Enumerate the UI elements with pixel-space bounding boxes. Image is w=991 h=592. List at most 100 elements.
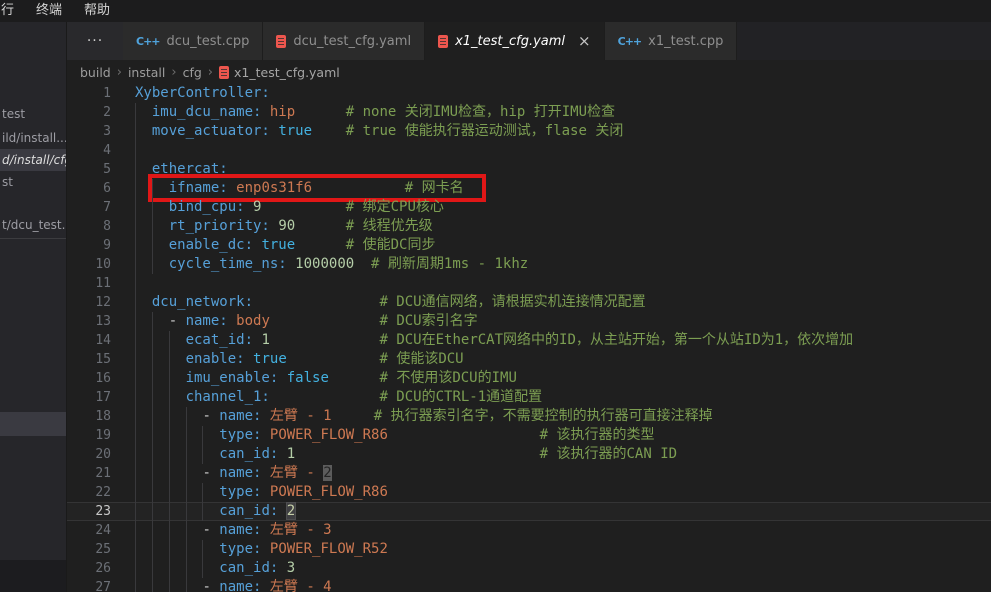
menu-item-行[interactable]: 行 [0,0,23,22]
code-token: # 该执行器的类型 [540,427,655,443]
indent-guide [135,350,136,369]
code-token [135,370,186,386]
code-line[interactable]: 20 can_id: 1 # 该执行器的CAN ID [67,445,991,464]
code-line-content[interactable]: ecat_id: 1 # DCU在EtherCAT网络中的ID，从主站开始，第一… [135,331,991,350]
code-line[interactable]: 6 ifname: enp0s31f6 # 网卡名 [67,179,991,198]
code-line-content[interactable]: type: POWER_FLOW_R52 [135,540,991,559]
breadcrumb-segment[interactable]: install [128,65,165,80]
code-line-content[interactable]: rt_priority: 90 # 线程优先级 [135,217,991,236]
code-line[interactable]: 25 type: POWER_FLOW_R52 [67,540,991,559]
breadcrumb-segment[interactable]: build [80,65,111,80]
code-line-content[interactable]: enable: true # 使能该DCU [135,350,991,369]
code-line-content[interactable]: - name: 左臂 - 4 [135,578,991,592]
sidebar-item[interactable]: ild/install... [0,127,67,149]
indent-guide [135,369,136,388]
code-line-content[interactable]: channel_1: # DCU的CTRL-1通道配置 [135,388,991,407]
code-line-content[interactable]: imu_enable: false # 不使用该DCU的IMU [135,369,991,388]
indent-guide [186,407,187,426]
breadcrumb[interactable]: build›install›cfg›x1_test_cfg.yaml [67,60,991,84]
code-line-content[interactable]: can_id: 2 [135,502,991,521]
indent-guide [169,426,170,445]
tab-x1_test_cfg.yaml[interactable]: x1_test_cfg.yaml× [425,22,605,60]
code-line[interactable]: 26 can_id: 3 [67,559,991,578]
code-token [135,389,186,405]
code-line[interactable]: 14 ecat_id: 1 # DCU在EtherCAT网络中的ID，从主站开始… [67,331,991,350]
code-line-content[interactable]: enable_dc: true # 使能DC同步 [135,236,991,255]
code-line-content[interactable]: dcu_network: # DCU通信网络，请根据实机连接情况配置 [135,293,991,312]
code-line[interactable]: 17 channel_1: # DCU的CTRL-1通道配置 [67,388,991,407]
code-line[interactable]: 16 imu_enable: false # 不使用该DCU的IMU [67,369,991,388]
tab-overflow-ellipsis-icon[interactable]: ··· [67,22,123,60]
code-line-content[interactable]: bind_cpu: 9 # 绑定CPU核心 [135,198,991,217]
sidebar-item[interactable]: st [0,171,67,193]
code-line[interactable]: 18 - name: 左臂 - 1 # 执行器索引名字，不需要控制的执行器可直接… [67,407,991,426]
code-token [278,560,286,576]
code-line-content[interactable]: can_id: 1 # 该执行器的CAN ID [135,445,991,464]
breadcrumb-file[interactable]: x1_test_cfg.yaml [219,65,340,80]
code-line-content[interactable] [135,274,991,293]
code-line-content[interactable] [135,141,991,160]
indent-guide [135,559,136,578]
menu-item-帮助[interactable]: 帮助 [75,0,119,22]
code-token: cycle_time_ns: [169,256,287,272]
tab-x1_test.cpp[interactable]: C++x1_test.cpp [605,22,738,60]
code-line[interactable]: 21 - name: 左臂 - 2 [67,464,991,483]
code-token: can_id: [219,446,278,462]
code-line[interactable]: 27 - name: 左臂 - 4 [67,578,991,592]
code-line[interactable]: 22 type: POWER_FLOW_R86 [67,483,991,502]
code-line[interactable]: 13 - name: body # DCU索引名字 [67,312,991,331]
code-line-content[interactable]: imu_dcu_name: hip # none 关闭IMU检查，hip 打开I… [135,103,991,122]
code-line-content[interactable]: type: POWER_FLOW_R86 [135,483,991,502]
code-line-content[interactable]: - name: body # DCU索引名字 [135,312,991,331]
code-token: - [202,465,219,481]
code-line-content[interactable]: move_actuator: true # true 使能执行器运动测试，fla… [135,122,991,141]
code-line-content[interactable]: ethercat: [135,160,991,179]
code-line[interactable]: 3 move_actuator: true # true 使能执行器运动测试，f… [67,122,991,141]
code-line[interactable]: 11 [67,274,991,293]
sidebar-panel[interactable]: testild/install...d/install/cfgst t/dcu_t… [0,22,67,592]
indent-guide [186,483,187,502]
code-line-content[interactable]: can_id: 3 [135,559,991,578]
code-line[interactable]: 15 enable: true # 使能该DCU [67,350,991,369]
code-line-content[interactable]: - name: 左臂 - 2 [135,464,991,483]
code-line-content[interactable]: XyberController: [135,84,991,103]
code-line[interactable]: 2 imu_dcu_name: hip # none 关闭IMU检查，hip 打… [67,103,991,122]
code-line[interactable]: 5 ethercat: [67,160,991,179]
code-line[interactable]: 10 cycle_time_ns: 1000000 # 刷新周期1ms - 1k… [67,255,991,274]
code-line-content[interactable]: ifname: enp0s31f6 # 网卡名 [135,179,991,198]
indent-guide [152,502,153,521]
breadcrumb-segment[interactable]: cfg [183,65,202,80]
tab-dcu_test_cfg.yaml[interactable]: dcu_test_cfg.yaml [263,22,425,60]
sidebar-item[interactable]: d/install/cfg [0,149,67,171]
menu-item-终端[interactable]: 终端 [27,0,71,22]
code-token [228,313,236,329]
sidebar-item[interactable]: t/dcu_test... [0,214,67,236]
code-line[interactable]: 8 rt_priority: 90 # 线程优先级 [67,217,991,236]
code-token: 2 [323,465,331,481]
code-token [245,199,253,215]
code-editor[interactable]: 1XyberController:2 imu_dcu_name: hip # n… [67,84,991,592]
code-line-content[interactable]: - name: 左臂 - 1 # 执行器索引名字，不需要控制的执行器可直接注释掉 [135,407,991,426]
code-line[interactable]: 1XyberController: [67,84,991,103]
code-line[interactable]: 4 [67,141,991,160]
code-line[interactable]: 7 bind_cpu: 9 # 绑定CPU核心 [67,198,991,217]
code-line[interactable]: 23 can_id: 2 [67,502,991,521]
line-number: 9 [67,236,111,255]
indent-guide [152,331,153,350]
sidebar-selected-row[interactable] [0,412,67,436]
code-line[interactable]: 24 - name: 左臂 - 3 [67,521,991,540]
code-token: - [202,579,219,592]
code-line[interactable]: 19 type: POWER_FLOW_R86 # 该执行器的类型 [67,426,991,445]
code-token: true [278,123,312,139]
code-line-content[interactable]: cycle_time_ns: 1000000 # 刷新周期1ms - 1khz [135,255,991,274]
tab-dcu_test.cpp[interactable]: C++dcu_test.cpp [123,22,263,60]
code-line-content[interactable]: - name: 左臂 - 3 [135,521,991,540]
code-token [388,427,540,443]
code-line-content[interactable]: type: POWER_FLOW_R86 # 该执行器的类型 [135,426,991,445]
indent-guide [202,502,203,521]
sidebar-item[interactable]: test [0,103,67,125]
code-line[interactable]: 9 enable_dc: true # 使能DC同步 [67,236,991,255]
code-token [228,180,236,196]
code-line[interactable]: 12 dcu_network: # DCU通信网络，请根据实机连接情况配置 [67,293,991,312]
close-icon[interactable]: × [578,34,591,49]
